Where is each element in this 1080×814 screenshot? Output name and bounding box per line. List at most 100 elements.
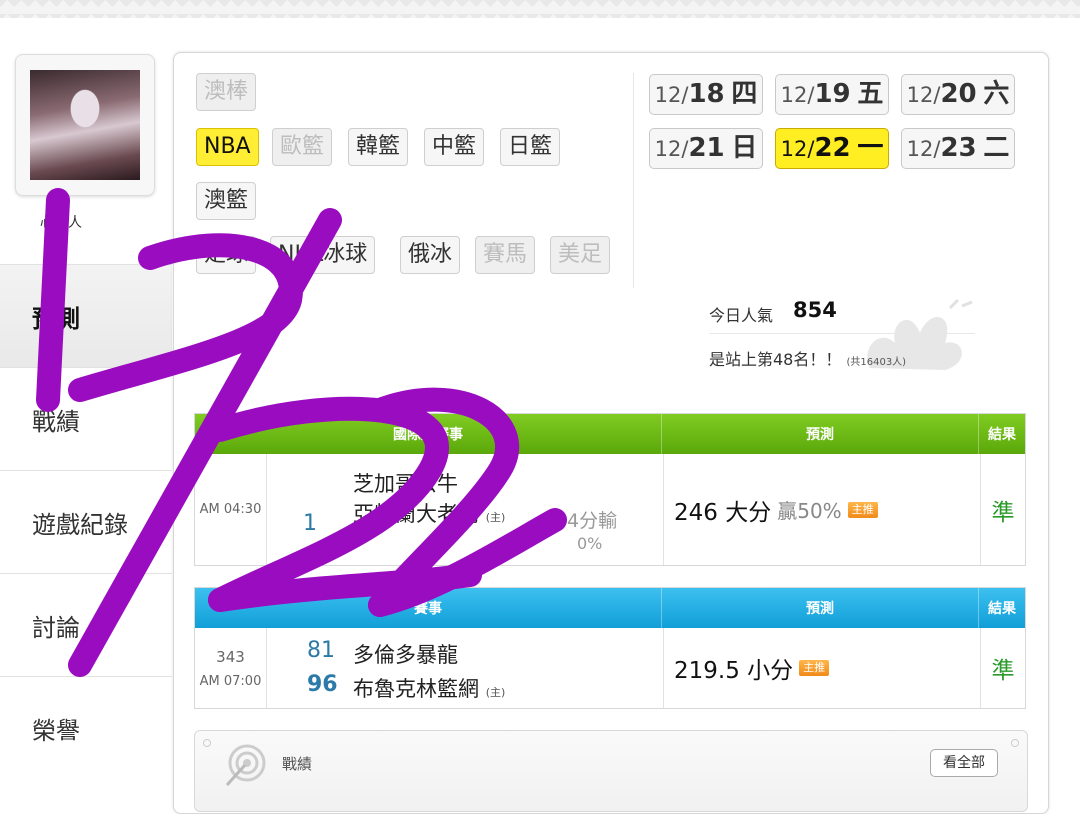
sport-tab-football[interactable]: 足球	[196, 236, 257, 274]
away-team: 多倫多暴龍	[353, 643, 458, 667]
date-button-12-22[interactable]: 12/22 一	[775, 128, 889, 169]
sport-tab-american-football[interactable]: 美足	[550, 236, 611, 274]
sport-tab-japan-basketball[interactable]: 日籃	[500, 128, 561, 166]
date-prefix: 12/	[906, 137, 941, 161]
sport-tab-nba[interactable]: NBA	[196, 128, 259, 166]
sport-tab-china-basketball[interactable]: 中籃	[424, 128, 485, 166]
result-value: 準	[991, 658, 1015, 684]
handicap-pct: 0%	[577, 534, 603, 553]
sport-tab-horse-racing[interactable]: 賽馬	[475, 236, 536, 274]
header-prediction: 預測	[662, 414, 979, 454]
date-day: 22	[814, 133, 851, 163]
rank-label: 是站上第48名！！	[709, 350, 842, 369]
date-day: 23	[940, 133, 977, 163]
date-button-12-19[interactable]: 12/19 五	[775, 74, 889, 115]
date-day: 21	[688, 133, 725, 163]
divider	[709, 333, 975, 334]
avatar-card[interactable]	[15, 54, 155, 196]
prediction-cell: 219.5 小分 主推	[664, 628, 981, 708]
sidebar-item-game-log[interactable]: 遊戲紀錄	[0, 470, 172, 573]
sidebar-item-label: 預測	[32, 304, 80, 333]
sport-tab-euro-basketball[interactable]: 歐籃	[272, 128, 333, 166]
result-cell: 準	[981, 454, 1025, 565]
date-button-12-20[interactable]: 12/20 六	[901, 74, 1015, 115]
divider	[633, 73, 634, 288]
rank-total: (共16403人)	[846, 357, 907, 368]
popularity-label: 今日人氣	[709, 306, 774, 325]
teams-cell: 1 芝加哥公牛 亞特蘭大老鷹 (主) 4分輸 0%	[267, 454, 664, 565]
table-header: 賽事 預測 結果	[195, 588, 1025, 628]
game-number: 343	[216, 647, 245, 666]
sidebar-item-prediction[interactable]: 預測	[0, 264, 172, 367]
sidebar-item-honor[interactable]: 榮譽	[0, 676, 172, 779]
recommend-badge: 主推	[847, 501, 878, 518]
header-event: 賽事	[195, 588, 662, 628]
sport-tab-aus-baseball[interactable]: 澳棒	[196, 73, 257, 111]
date-weekday: 六	[983, 79, 1010, 109]
date-day: 18	[688, 79, 725, 109]
date-weekday: 一	[857, 133, 884, 163]
prediction-value: 219.5 小分	[674, 658, 794, 684]
game-time-cell: AM 04:30	[195, 454, 267, 565]
sidebar-item-discussion[interactable]: 討論	[0, 573, 172, 676]
popularity-count: 854	[793, 298, 837, 322]
game-table-second: 賽事 預測 結果 343 AM 07:00 81 多倫多暴龍 96 布魯克林籃網…	[194, 587, 1026, 709]
table-header: 國際盤賽事 預測 結果	[195, 414, 1025, 454]
date-prefix: 12/	[780, 83, 815, 107]
top-border-decoration	[0, 0, 1080, 18]
header-result: 結果	[988, 601, 1016, 617]
date-weekday: 五	[857, 79, 884, 109]
game-time: AM 07:00	[199, 673, 262, 689]
table-row[interactable]: 343 AM 07:00 81 多倫多暴龍 96 布魯克林籃網 (主) 219.…	[195, 628, 1025, 708]
date-weekday: 日	[731, 133, 758, 163]
avatar[interactable]	[30, 70, 140, 180]
home-mark: (主)	[485, 511, 506, 524]
sidebar-item-label: 戰績	[32, 407, 80, 436]
record-card: 戰績 看全部	[194, 730, 1028, 812]
record-title: 戰績	[282, 755, 313, 773]
sport-tab-nhl[interactable]: NHL冰球	[270, 236, 376, 274]
sidebar-item-record[interactable]: 戰績	[0, 367, 172, 470]
date-day: 20	[940, 79, 977, 109]
sidebar-item-label: 榮譽	[32, 716, 80, 745]
home-score: 1	[303, 511, 317, 536]
username[interactable]: 心的人	[40, 212, 82, 232]
home-score: 96	[307, 672, 338, 697]
corner-dot	[203, 739, 211, 747]
teams-cell: 81 多倫多暴龍 96 布魯克林籃網 (主)	[267, 628, 664, 708]
home-team-name: 亞特蘭大老鷹	[353, 502, 479, 526]
win-rate: 贏50%	[777, 499, 842, 523]
date-button-12-21[interactable]: 12/21 日	[649, 128, 763, 169]
sport-tab-korea-basketball[interactable]: 韓籃	[348, 128, 409, 166]
sidebar-item-label: 討論	[32, 613, 80, 642]
date-weekday: 四	[731, 79, 758, 109]
sport-tab-aus-basketball[interactable]: 澳籃	[196, 182, 257, 220]
game-time: AM 04:30	[199, 502, 262, 517]
date-button-12-18[interactable]: 12/18 四	[649, 74, 763, 115]
header-result: 結果	[988, 427, 1016, 443]
table-row[interactable]: AM 04:30 1 芝加哥公牛 亞特蘭大老鷹 (主) 4分輸 0% 246 大…	[195, 454, 1025, 565]
recommend-badge: 主推	[799, 660, 830, 676]
away-team: 芝加哥公牛	[353, 472, 458, 496]
prediction-cell: 246 大分 贏50% 主推	[664, 454, 981, 565]
date-prefix: 12/	[654, 83, 689, 107]
result-value: 準	[991, 499, 1015, 526]
sport-tab-russia-ice[interactable]: 俄冰	[400, 236, 461, 274]
date-prefix: 12/	[780, 137, 815, 161]
date-weekday: 二	[983, 133, 1010, 163]
see-all-button[interactable]: 看全部	[930, 749, 998, 777]
home-mark: (主)	[485, 686, 506, 699]
date-prefix: 12/	[654, 137, 689, 161]
home-team-name: 布魯克林籃網	[353, 677, 479, 701]
away-score: 81	[307, 638, 335, 663]
corner-dot	[1011, 739, 1019, 747]
rank-text: 是站上第48名！！ (共16403人)	[709, 346, 906, 370]
date-day: 19	[814, 79, 851, 109]
home-team: 布魯克林籃網 (主)	[353, 673, 505, 703]
game-time-cell: 343 AM 07:00	[195, 628, 267, 708]
header-prediction: 預測	[662, 588, 979, 628]
date-button-12-23[interactable]: 12/23 二	[901, 128, 1015, 169]
target-icon	[225, 744, 266, 787]
handicap-note: 4分輸	[567, 510, 618, 532]
game-table-international: 國際盤賽事 預測 結果 AM 04:30 1 芝加哥公牛 亞特蘭大老鷹 (主) …	[194, 413, 1026, 566]
